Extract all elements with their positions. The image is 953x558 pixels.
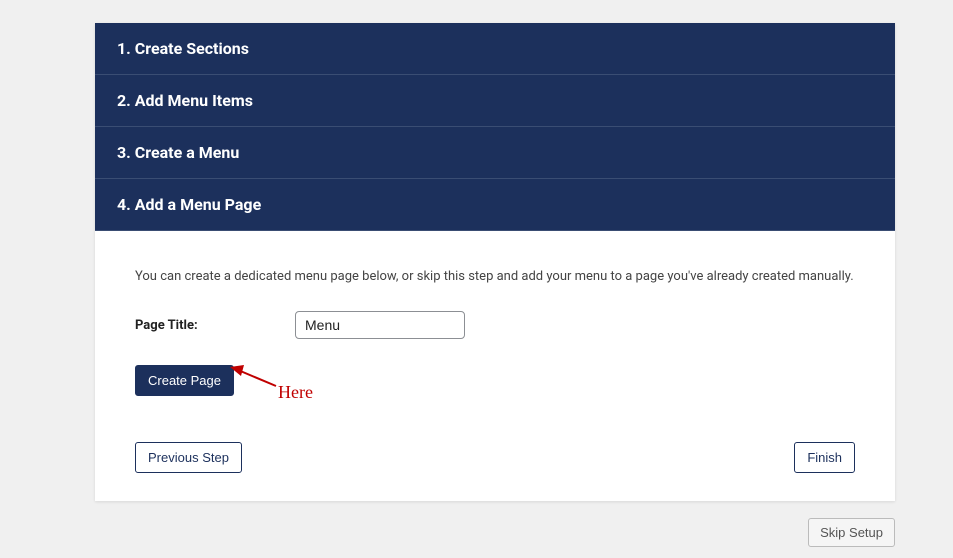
step-header-create-sections[interactable]: 1. Create Sections	[95, 23, 895, 75]
page-title-label: Page Title:	[135, 318, 295, 333]
step-body: You can create a dedicated menu page bel…	[95, 231, 895, 501]
previous-step-button[interactable]: Previous Step	[135, 442, 242, 473]
create-page-button[interactable]: Create Page	[135, 365, 234, 396]
wizard-nav: Previous Step Finish	[135, 442, 855, 473]
finish-button[interactable]: Finish	[794, 442, 855, 473]
step-header-add-menu-items[interactable]: 2. Add Menu Items	[95, 75, 895, 127]
page-title-row: Page Title:	[135, 311, 855, 339]
page-title-input[interactable]	[295, 311, 465, 339]
skip-setup-button[interactable]: Skip Setup	[808, 518, 895, 547]
step-description: You can create a dedicated menu page bel…	[135, 267, 855, 287]
step-header-add-menu-page[interactable]: 4. Add a Menu Page	[95, 179, 895, 231]
step-header-create-menu[interactable]: 3. Create a Menu	[95, 127, 895, 179]
setup-wizard: 1. Create Sections 2. Add Menu Items 3. …	[95, 23, 895, 501]
